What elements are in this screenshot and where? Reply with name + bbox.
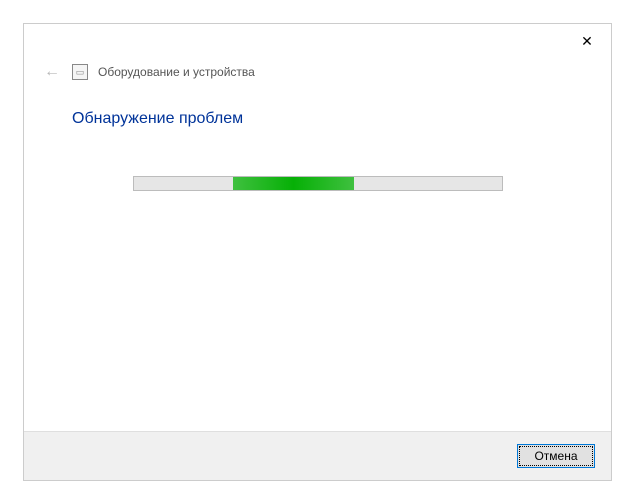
progress-container [72,176,563,191]
dialog-frame: ✕ ← ▭ Оборудование и устройства Обнаруже… [23,23,612,481]
progress-bar [133,176,503,191]
close-button[interactable]: ✕ [573,27,601,55]
cancel-button[interactable]: Отмена [517,444,595,468]
back-icon: ← [42,62,62,82]
footer: Отмена [24,431,611,480]
window-title: Оборудование и устройства [98,65,255,79]
header-row: ← ▭ Оборудование и устройства [24,58,611,92]
troubleshooter-icon: ▭ [72,64,88,80]
troubleshooter-window: ✕ ← ▭ Оборудование и устройства Обнаруже… [0,0,635,504]
progress-fill [233,177,354,190]
titlebar: ✕ [24,24,611,58]
status-heading: Обнаружение проблем [72,110,563,128]
content-area: Обнаружение проблем [24,92,611,431]
